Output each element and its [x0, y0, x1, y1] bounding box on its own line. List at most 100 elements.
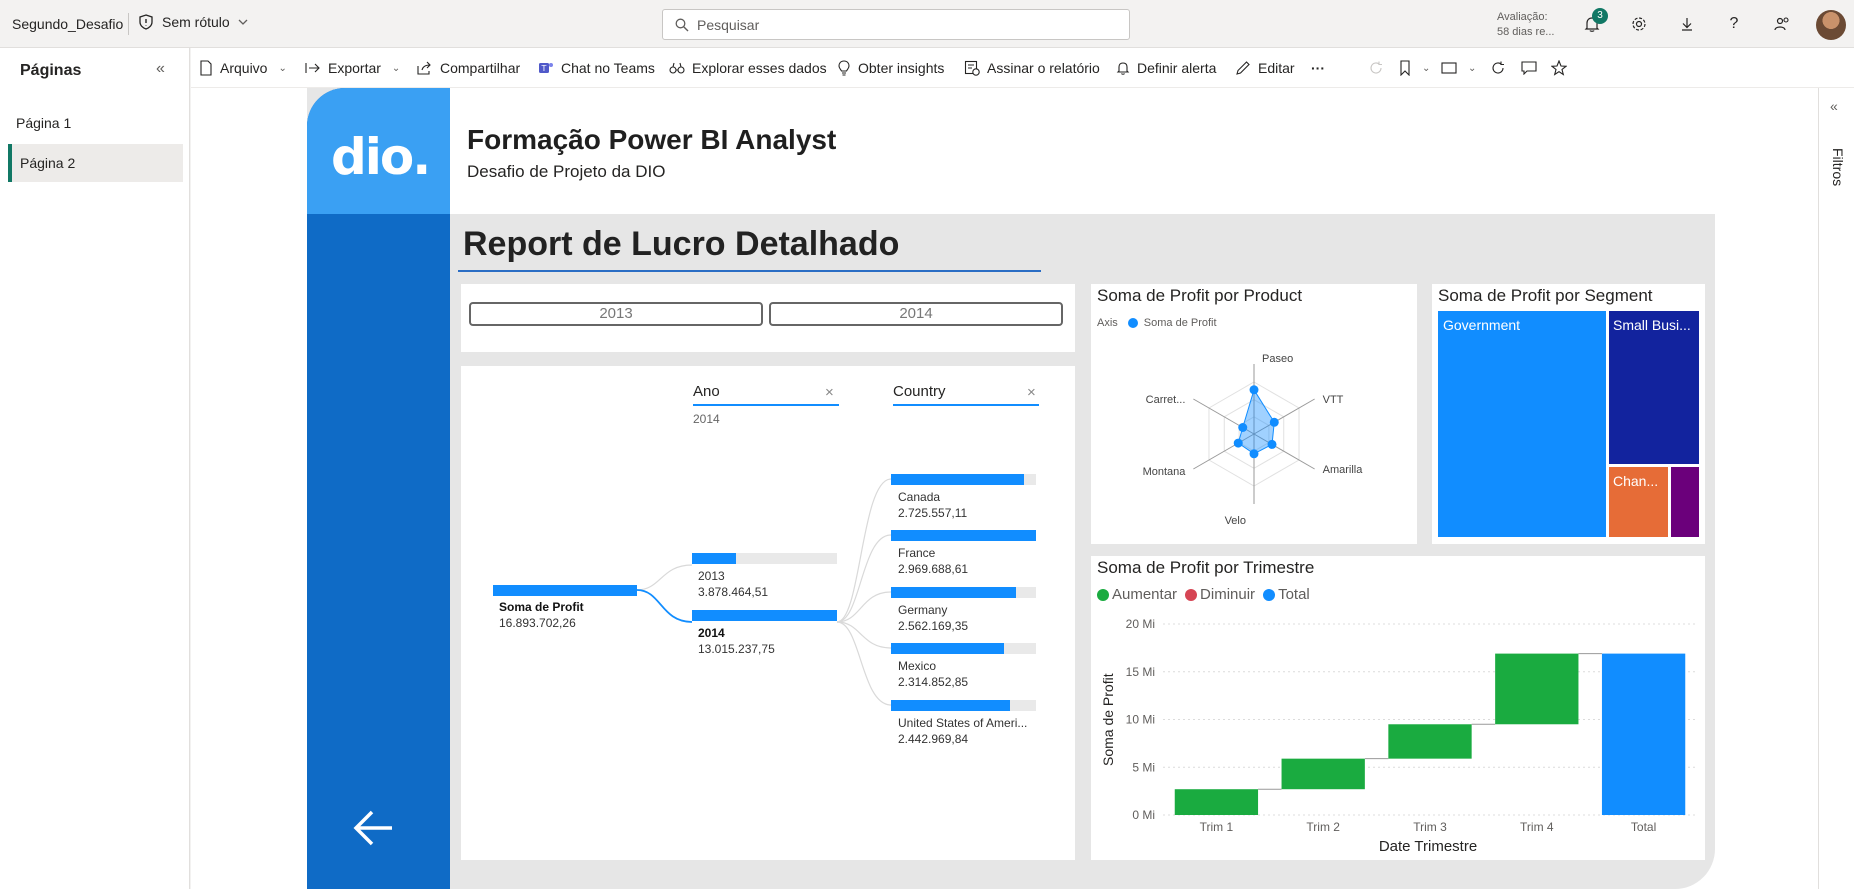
trial-days: 58 dias re... [1497, 26, 1555, 38]
treemap-tile-channel[interactable]: Chan... [1608, 466, 1669, 538]
page-title: Report de Lucro Detalhado [463, 225, 900, 263]
x-tick-label: Trim 1 [1200, 820, 1234, 834]
more-options-button[interactable]: ··· [1311, 48, 1325, 88]
reset-button[interactable] [1369, 48, 1383, 88]
page-item-1[interactable]: Página 1 [8, 104, 183, 142]
export-label: Exportar [328, 60, 381, 76]
sensitivity-label-button[interactable]: Sem rótulo [138, 14, 248, 30]
root-bar[interactable] [493, 585, 637, 596]
binoculars-icon [669, 62, 685, 74]
avatar[interactable] [1816, 10, 1846, 40]
country-bar[interactable] [891, 587, 1036, 598]
set-alert-button[interactable]: Definir alerta [1116, 48, 1216, 88]
year-bar-fill [692, 553, 736, 564]
collapse-pages-button[interactable]: « [156, 60, 165, 78]
search-input[interactable]: Pesquisar [662, 9, 1130, 40]
year-bar[interactable] [692, 553, 837, 564]
favorite-button[interactable] [1551, 48, 1567, 88]
radar-point [1249, 385, 1259, 395]
export-menu[interactable]: Exportar ⌄ [305, 48, 400, 88]
decomposition-tree: Ano × 2014 Country × Soma de Profit 16.8… [461, 366, 1075, 860]
chevron-down-icon: ⌄ [1468, 62, 1477, 74]
logo-panel: dio. [307, 88, 450, 214]
share-button[interactable]: Compartilhar [417, 48, 520, 88]
filters-pane[interactable]: « Filtros [1818, 88, 1854, 889]
pages-pane: Páginas « Página 1 Página 2 [0, 48, 190, 889]
waterfall-increase-bar [1281, 758, 1365, 790]
radar-chart[interactable]: Soma de Profit por Product Axis Soma de … [1091, 284, 1417, 544]
filters-label: Filtros [1830, 148, 1846, 187]
edit-button[interactable]: Editar [1235, 48, 1295, 88]
country-bar[interactable] [891, 530, 1036, 541]
explore-label: Explorar esses dados [692, 60, 827, 76]
command-bar: Arquivo ⌄ Exportar ⌄ Compartilhar T Chat n… [191, 48, 1854, 88]
report-page: dio. Formação Power BI Analyst Desafio d… [307, 88, 1715, 889]
report-title: Formação Power BI Analyst [467, 124, 837, 155]
chevron-down-icon: ⌄ [1422, 62, 1431, 74]
bookmark-icon [1400, 60, 1410, 76]
teams-chat-button[interactable]: T Chat no Teams [538, 48, 655, 88]
lightbulb-icon [838, 60, 850, 76]
country-bar[interactable] [891, 474, 1036, 485]
treemap-tile-other[interactable] [1670, 466, 1700, 538]
view-button[interactable]: ⌄ [1441, 48, 1476, 88]
country-node-value: 2.725.557,11 [898, 506, 968, 520]
expand-filters-icon[interactable]: « [1830, 98, 1838, 114]
tile-label: Government [1443, 317, 1521, 333]
workspace-name[interactable]: Segundo_Desafio [12, 16, 123, 32]
get-insights-button[interactable]: Obter insights [837, 48, 944, 88]
treemap-tile-government[interactable]: Government [1437, 310, 1607, 538]
year-bar[interactable] [692, 610, 837, 621]
slicer-option-2014[interactable]: 2014 [769, 302, 1063, 326]
double-chevron-left-icon: « [156, 60, 165, 77]
back-arrow-icon[interactable] [352, 808, 396, 848]
help-button[interactable]: ? [1722, 12, 1746, 36]
level-header-country[interactable]: Country [893, 384, 946, 399]
y-axis-title: Soma de Profit [1100, 673, 1116, 766]
x-tick-label: Total [1631, 820, 1656, 834]
bookmark-button[interactable]: ⌄ [1399, 48, 1430, 88]
country-bar[interactable] [891, 700, 1036, 711]
country-node-value: 2.314.852,85 [898, 675, 969, 689]
level-header-ano[interactable]: Ano [693, 384, 720, 399]
x-tick-label: Trim 3 [1413, 820, 1447, 834]
explore-data-button[interactable]: Explorar esses dados [669, 48, 827, 88]
trial-status[interactable]: Avaliação: 58 dias re... [1497, 10, 1554, 40]
waterfall-chart[interactable]: Soma de Profit por Trimestre Aumentar Dim… [1091, 556, 1705, 860]
shield-icon [139, 14, 153, 30]
refresh-visuals-button[interactable] [1491, 48, 1505, 88]
treemap-chart[interactable]: Soma de Profit por Segment Government Sm… [1432, 284, 1705, 544]
subscribe-button[interactable]: Assinar o relatório [964, 48, 1100, 88]
root-node-value: 16.893.702,26 [499, 616, 576, 630]
share-icon [417, 61, 431, 75]
treemap-tile-small-business[interactable]: Small Busi... [1608, 310, 1700, 465]
download-button[interactable] [1675, 12, 1699, 36]
trial-label: Avaliação: [1497, 11, 1548, 23]
slicer-option-2013[interactable]: 2013 [469, 302, 763, 326]
file-menu[interactable]: Arquivo ⌄ [199, 48, 287, 88]
country-bar-fill [891, 700, 1010, 711]
share-people-button[interactable] [1770, 12, 1794, 36]
settings-button[interactable] [1627, 12, 1651, 36]
country-bar[interactable] [891, 643, 1036, 654]
country-node-value: 2.969.688,61 [898, 562, 969, 576]
comments-button[interactable] [1521, 48, 1537, 88]
radar-axis-label: Amarilla [1323, 464, 1364, 476]
country-bar-fill [891, 530, 1036, 541]
country-node-label: Germany [898, 603, 948, 617]
close-icon[interactable]: × [825, 385, 834, 400]
pencil-icon [1236, 61, 1250, 75]
close-icon[interactable]: × [1027, 385, 1036, 400]
waterfall-plot: 0 Mi 5 Mi 10 Mi 15 Mi 20 Mi Trim 1 Trim 2 Trim … [1126, 617, 1697, 834]
page-item-2[interactable]: Página 2 [8, 144, 183, 182]
year-slicer: 2013 2014 [461, 284, 1075, 352]
notifications-button[interactable]: 3 [1580, 8, 1608, 36]
file-label: Arquivo [220, 60, 268, 76]
y-tick-label: 5 Mi [1132, 760, 1155, 774]
waterfall-increase-bar [1174, 789, 1259, 815]
treemap-title: Soma de Profit por Segment [1438, 286, 1653, 305]
share-label: Compartilhar [440, 60, 521, 76]
chevron-down-icon: ⌄ [278, 62, 287, 74]
country-node-label: France [898, 546, 936, 560]
country-bar-fill [891, 643, 1005, 654]
